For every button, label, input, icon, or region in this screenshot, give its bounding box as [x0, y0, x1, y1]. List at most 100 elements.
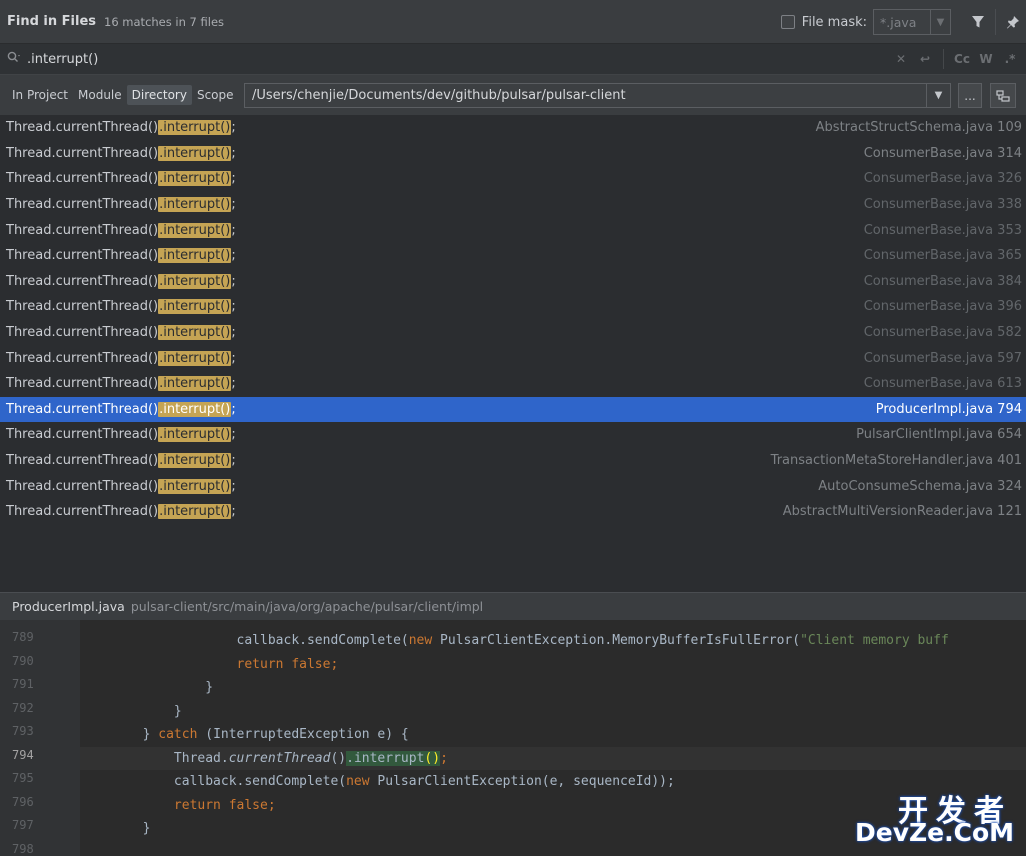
result-file: PulsarClientImpl.java 654 — [856, 427, 1022, 443]
line-number: 798 — [12, 842, 34, 856]
match-case-toggle[interactable]: Cc — [950, 47, 974, 71]
words-toggle[interactable]: W — [974, 47, 998, 71]
directory-path-dropdown[interactable]: /Users/chenjie/Documents/dev/github/puls… — [244, 83, 951, 108]
scope-row: In Project Module Directory Scope /Users… — [0, 75, 1026, 115]
result-file: ConsumerBase.java 326 — [863, 171, 1022, 187]
result-code: Thread.currentThread().interrupt(); — [6, 197, 236, 213]
preview-file-path: pulsar-client/src/main/java/org/apache/p… — [130, 599, 484, 614]
result-row[interactable]: Thread.currentThread().interrupt(); Abstr… — [0, 499, 1026, 525]
result-row[interactable]: Thread.currentThread().interrupt(); AutoC… — [0, 473, 1026, 499]
tab-scope[interactable]: Scope — [192, 85, 239, 105]
result-code: Thread.currentThread().interrupt(); — [6, 120, 236, 136]
search-icon[interactable] — [7, 51, 27, 67]
search-input[interactable]: .interrupt() — [27, 52, 889, 67]
file-mask-dropdown[interactable]: *.java ▼ — [873, 9, 951, 35]
result-file: ConsumerBase.java 365 — [863, 248, 1022, 264]
tab-module[interactable]: Module — [73, 85, 127, 105]
result-code: Thread.currentThread().interrupt(); — [6, 376, 236, 392]
code-preview[interactable]: 789 790 791 792 793 794 795 796 797 798 … — [0, 620, 1026, 856]
result-code: Thread.currentThread().interrupt(); — [6, 401, 236, 417]
line-number: 789 — [12, 630, 34, 644]
result-code: Thread.currentThread().interrupt(); — [6, 222, 236, 238]
result-file: AutoConsumeSchema.java 324 — [818, 478, 1022, 494]
match-highlight: .interrupt() — [158, 427, 232, 443]
match-highlight: .interrupt() — [158, 350, 232, 366]
result-row[interactable]: Thread.currentThread().interrupt(); Consu… — [0, 217, 1026, 243]
code-line: callback.sendComplete(new PulsarClientEx… — [80, 633, 949, 648]
chevron-down-icon[interactable]: ▼ — [926, 84, 950, 107]
result-file: ConsumerBase.java 384 — [863, 273, 1022, 289]
line-gutter: 789 790 791 792 793 794 795 796 797 798 — [0, 620, 80, 856]
file-mask-checkbox[interactable] — [780, 15, 795, 29]
file-mask-label: File mask: — [801, 14, 867, 30]
result-row[interactable]: Thread.currentThread().interrupt(); Consu… — [0, 243, 1026, 269]
result-file: ConsumerBase.java 613 — [863, 376, 1022, 392]
chevron-down-icon[interactable]: ▼ — [930, 10, 950, 34]
code-line: } catch (InterruptedException e) { — [80, 727, 409, 742]
file-mask-value: *.java — [880, 14, 917, 30]
result-row[interactable]: Thread.currentThread().interrupt(); Consu… — [0, 294, 1026, 320]
divider — [943, 49, 944, 69]
result-file: ConsumerBase.java 597 — [863, 350, 1022, 366]
result-file: ConsumerBase.java 396 — [863, 299, 1022, 315]
result-row[interactable]: Thread.currentThread().interrupt(); Consu… — [0, 371, 1026, 397]
tab-directory[interactable]: Directory — [126, 85, 192, 105]
result-file: ConsumerBase.java 582 — [863, 325, 1022, 341]
filter-icon[interactable] — [965, 9, 991, 35]
result-code: Thread.currentThread().interrupt(); — [6, 171, 236, 187]
result-row[interactable]: Thread.currentThread().interrupt(); Pulsa… — [0, 422, 1026, 448]
result-code: Thread.currentThread().interrupt(); — [6, 248, 236, 264]
match-highlight: .interrupt() — [158, 171, 232, 187]
result-row[interactable]: Thread.currentThread().interrupt(); Consu… — [0, 345, 1026, 371]
line-number: 790 — [12, 654, 34, 668]
dialog-title: Find in Files — [7, 14, 97, 29]
result-row[interactable]: Thread.currentThread().interrupt(); Consu… — [0, 141, 1026, 167]
match-highlight: .interrupt — [346, 751, 425, 766]
result-file: ProducerImpl.java 794 — [875, 401, 1022, 417]
line-number: 795 — [12, 771, 34, 785]
newline-icon[interactable]: ↩ — [913, 47, 937, 71]
directory-path-input[interactable]: /Users/chenjie/Documents/dev/github/puls… — [245, 88, 926, 103]
result-file: AbstractMultiVersionReader.java 121 — [782, 504, 1022, 520]
result-row[interactable]: Thread.currentThread().interrupt(); Trans… — [0, 448, 1026, 474]
match-highlight: .interrupt() — [158, 299, 232, 315]
tab-in-project[interactable]: In Project — [7, 85, 73, 105]
match-count: 16 matches in 7 files — [104, 14, 225, 29]
line-number: 797 — [12, 818, 34, 832]
result-code: Thread.currentThread().interrupt(); — [6, 427, 236, 443]
line-number-current: 794 — [12, 748, 34, 762]
match-highlight: .interrupt() — [158, 248, 232, 264]
result-row[interactable]: Thread.currentThread().interrupt(); Consu… — [0, 192, 1026, 218]
result-code: Thread.currentThread().interrupt(); — [6, 478, 236, 494]
result-code: Thread.currentThread().interrupt(); — [6, 145, 236, 161]
watermark-logo: 开发者 DevZe.CoM — [855, 786, 1016, 850]
regex-toggle[interactable]: .* — [998, 47, 1022, 71]
match-highlight: .interrupt() — [158, 376, 232, 392]
result-file: ConsumerBase.java 314 — [863, 145, 1022, 161]
result-row[interactable]: Thread.currentThread().interrupt(); Consu… — [0, 269, 1026, 295]
clear-icon[interactable]: ✕ — [889, 47, 913, 71]
match-highlight: .interrupt() — [158, 504, 232, 520]
recursive-folder-icon[interactable] — [990, 83, 1016, 108]
line-number: 792 — [12, 701, 34, 715]
result-row[interactable]: Thread.currentThread().interrupt(); Consu… — [0, 320, 1026, 346]
code-line: } — [80, 704, 182, 719]
browse-button[interactable]: ... — [958, 83, 982, 108]
search-row: .interrupt() ✕ ↩ Cc W .* — [0, 44, 1026, 75]
result-file: AbstractStructSchema.java 109 — [815, 120, 1022, 136]
result-row[interactable]: Thread.currentThread().interrupt(); Abstr… — [0, 115, 1026, 141]
watermark-bottom: DevZe.CoM — [855, 818, 1014, 847]
preview-file-header: ProducerImpl.java pulsar-client/src/main… — [0, 592, 1026, 620]
match-highlight: .interrupt() — [158, 120, 232, 136]
result-code: Thread.currentThread().interrupt(); — [6, 273, 236, 289]
result-code: Thread.currentThread().interrupt(); — [6, 453, 236, 469]
find-header: Find in Files 16 matches in 7 files File… — [0, 0, 1026, 44]
result-file: ConsumerBase.java 353 — [863, 222, 1022, 238]
preview-file-name: ProducerImpl.java — [12, 599, 125, 614]
result-row-selected[interactable]: Thread.currentThread().interrupt(); Produ… — [0, 396, 1026, 423]
result-row[interactable]: Thread.currentThread().interrupt(); Consu… — [0, 166, 1026, 192]
result-code: Thread.currentThread().interrupt(); — [6, 299, 236, 315]
code-line: } — [80, 680, 214, 695]
pin-icon[interactable] — [1000, 9, 1026, 35]
divider — [995, 9, 996, 35]
